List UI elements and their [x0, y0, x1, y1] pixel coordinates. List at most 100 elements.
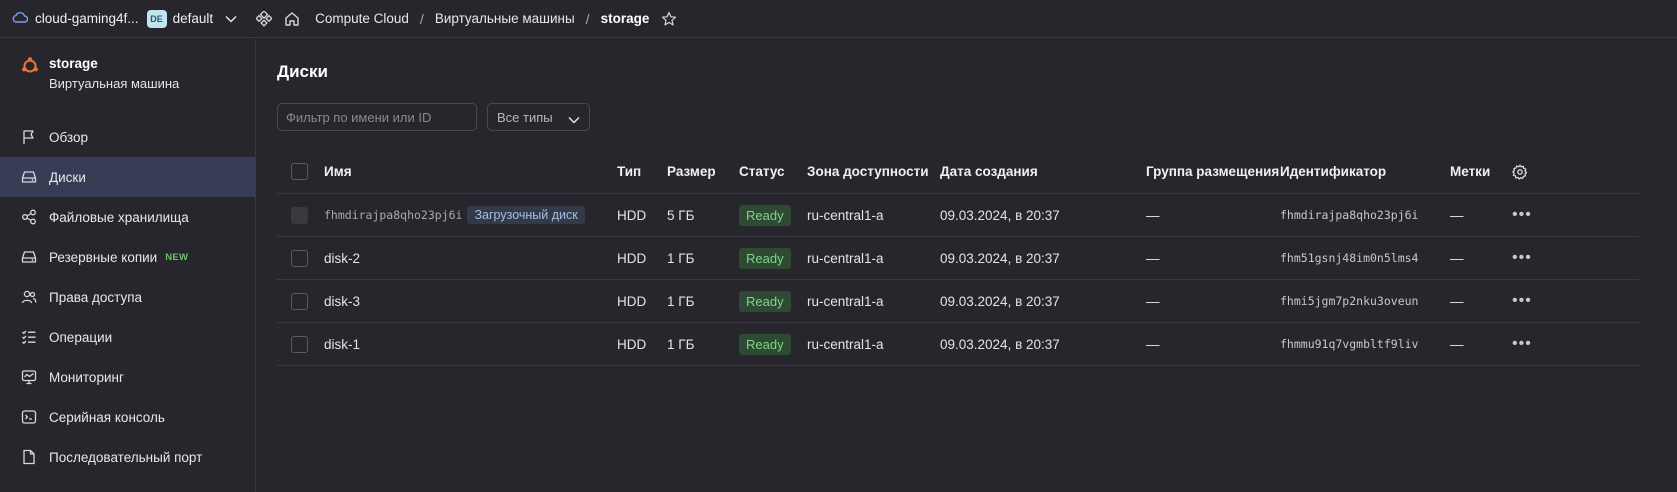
- table-row[interactable]: disk-1 HDD 1 ГБ Ready ru-central1-a 09.0…: [277, 323, 1639, 366]
- row-checkbox[interactable]: [291, 292, 308, 310]
- resource-type: Виртуальная машина: [49, 76, 180, 91]
- disk-created: 09.03.2024, в 20:37: [940, 293, 1060, 309]
- row-checkbox[interactable]: [291, 335, 308, 353]
- sidebar-item-backups[interactable]: Резервные копии NEW: [0, 237, 255, 277]
- column-header-id[interactable]: Идентификатор: [1280, 150, 1386, 193]
- column-header-status[interactable]: Статус: [739, 150, 785, 193]
- file-icon: [20, 448, 38, 466]
- sidebar-item-monitoring[interactable]: Мониторинг: [0, 357, 255, 397]
- disk-group: —: [1146, 293, 1160, 309]
- disk-zone: ru-central1-a: [807, 336, 884, 352]
- chevron-down-icon[interactable]: [225, 15, 237, 23]
- status-badge: Ready: [739, 290, 791, 312]
- settings-icon[interactable]: [1512, 150, 1528, 193]
- column-header-group[interactable]: Группа размещения: [1146, 150, 1279, 193]
- row-checkbox[interactable]: [291, 249, 308, 267]
- breadcrumb-storage: storage: [600, 11, 650, 26]
- column-header-created[interactable]: Дата создания: [940, 150, 1038, 193]
- home-icon[interactable]: [284, 11, 300, 27]
- disk-created: 09.03.2024, в 20:37: [940, 336, 1060, 352]
- sidebar-item-label: Права доступа: [49, 289, 143, 305]
- disk-name[interactable]: fhmdirajpa8qho23pj6i: [324, 208, 462, 222]
- new-badge: NEW: [165, 251, 189, 263]
- star-icon[interactable]: [661, 11, 677, 27]
- share-icon: [20, 208, 38, 226]
- breadcrumb-compute-cloud[interactable]: Compute Cloud: [315, 11, 409, 26]
- disk-type: HDD: [617, 293, 647, 309]
- cloud-selector[interactable]: cloud-gaming4f... DE default: [12, 9, 237, 28]
- disk-created: 09.03.2024, в 20:37: [940, 207, 1060, 223]
- more-actions-icon[interactable]: •••: [1512, 249, 1532, 267]
- sidebar-item-overview[interactable]: Обзор: [0, 117, 255, 157]
- more-actions-icon[interactable]: •••: [1512, 206, 1532, 224]
- search-input[interactable]: [277, 103, 477, 131]
- disk-id: fhmmu91q7vgmbltf9liv: [1280, 337, 1419, 351]
- sidebar-item-file-storages[interactable]: Файловые хранилища: [0, 197, 255, 237]
- disk-id: fhm51gsnj48im0n5lms4: [1280, 251, 1419, 265]
- disk-name[interactable]: disk-1: [324, 323, 360, 365]
- more-actions-icon[interactable]: •••: [1512, 292, 1532, 310]
- services-icon[interactable]: [256, 10, 273, 27]
- disk-size: 1 ГБ: [667, 293, 695, 309]
- sidebar-item-operations[interactable]: Операции: [0, 317, 255, 357]
- sidebar-item-label: Серийная консоль: [49, 409, 165, 425]
- list-check-icon: [20, 328, 38, 346]
- disk-size: 1 ГБ: [667, 336, 695, 352]
- table-row[interactable]: disk-2 HDD 1 ГБ Ready ru-central1-a 09.0…: [277, 237, 1639, 280]
- sidebar-item-label: Резервные копии: [49, 249, 158, 265]
- sidebar-item-serial-console[interactable]: Серийная консоль: [0, 397, 255, 437]
- sidebar-item-label: Операции: [49, 329, 113, 345]
- monitor-icon: [20, 368, 38, 386]
- column-header-name[interactable]: Имя: [324, 150, 352, 193]
- breadcrumb-virtual-machines[interactable]: Виртуальные машины: [435, 11, 575, 26]
- disk-zone: ru-central1-a: [807, 207, 884, 223]
- column-header-labels[interactable]: Метки: [1450, 150, 1490, 193]
- disk-id: fhmdirajpa8qho23pj6i: [1280, 208, 1419, 222]
- chevron-down-icon: [568, 112, 580, 127]
- column-header-size[interactable]: Размер: [667, 150, 716, 193]
- boot-disk-tag: Загрузочный диск: [467, 206, 585, 224]
- select-all-checkbox[interactable]: [291, 163, 308, 180]
- column-header-type[interactable]: Тип: [617, 150, 641, 193]
- sidebar-item-serial-port[interactable]: Последовательный порт: [0, 437, 255, 477]
- disk-created: 09.03.2024, в 20:37: [940, 250, 1060, 266]
- top-bar: cloud-gaming4f... DE default Compute Clo…: [0, 0, 1677, 38]
- disk-group: —: [1146, 336, 1160, 352]
- sidebar-item-disks[interactable]: Диски: [0, 157, 255, 197]
- cloud-name: cloud-gaming4f...: [35, 11, 139, 26]
- status-badge: Ready: [739, 204, 791, 226]
- backup-icon: [20, 248, 38, 266]
- page-title: Диски: [277, 62, 328, 81]
- sidebar-nav: Обзор Диски Файловые хранилища Резервные…: [0, 117, 255, 477]
- disk-group: —: [1146, 250, 1160, 266]
- disk-name[interactable]: disk-2: [324, 237, 360, 279]
- cloud-icon: [12, 10, 29, 27]
- sidebar-item-label: Диски: [49, 169, 86, 185]
- disk-labels: —: [1450, 207, 1464, 223]
- table-row[interactable]: disk-3 HDD 1 ГБ Ready ru-central1-a 09.0…: [277, 280, 1639, 323]
- folder-name: default: [172, 11, 214, 26]
- resource-name: storage: [49, 56, 98, 71]
- table-row[interactable]: fhmdirajpa8qho23pj6i Загрузочный диск HD…: [277, 194, 1639, 237]
- type-select[interactable]: Все типы: [487, 103, 590, 131]
- breadcrumb: Compute Cloud / Виртуальные машины / sto…: [315, 11, 649, 27]
- disk-type: HDD: [617, 250, 647, 266]
- table-header: Имя Тип Размер Статус Зона доступности Д…: [277, 150, 1639, 194]
- type-select-value: Все типы: [497, 109, 553, 125]
- sidebar-item-label: Мониторинг: [49, 369, 124, 385]
- sidebar-item-label: Последовательный порт: [49, 449, 203, 465]
- main-content: Диски Все типы Имя Тип Размер Статус Зон…: [257, 39, 1677, 492]
- sidebar-item-access[interactable]: Права доступа: [0, 277, 255, 317]
- terminal-icon: [20, 408, 38, 426]
- breadcrumb-separator: /: [419, 10, 424, 27]
- disk-zone: ru-central1-a: [807, 250, 884, 266]
- disk-name[interactable]: disk-3: [324, 280, 360, 322]
- disk-id: fhmi5jgm7p2nku3oveun: [1280, 294, 1419, 308]
- disk-labels: —: [1450, 293, 1464, 309]
- column-header-zone[interactable]: Зона доступности: [807, 150, 929, 193]
- disk-group: —: [1146, 207, 1160, 223]
- disk-icon: [20, 168, 38, 186]
- more-actions-icon[interactable]: •••: [1512, 335, 1532, 353]
- disk-zone: ru-central1-a: [807, 293, 884, 309]
- disk-type: HDD: [617, 336, 647, 352]
